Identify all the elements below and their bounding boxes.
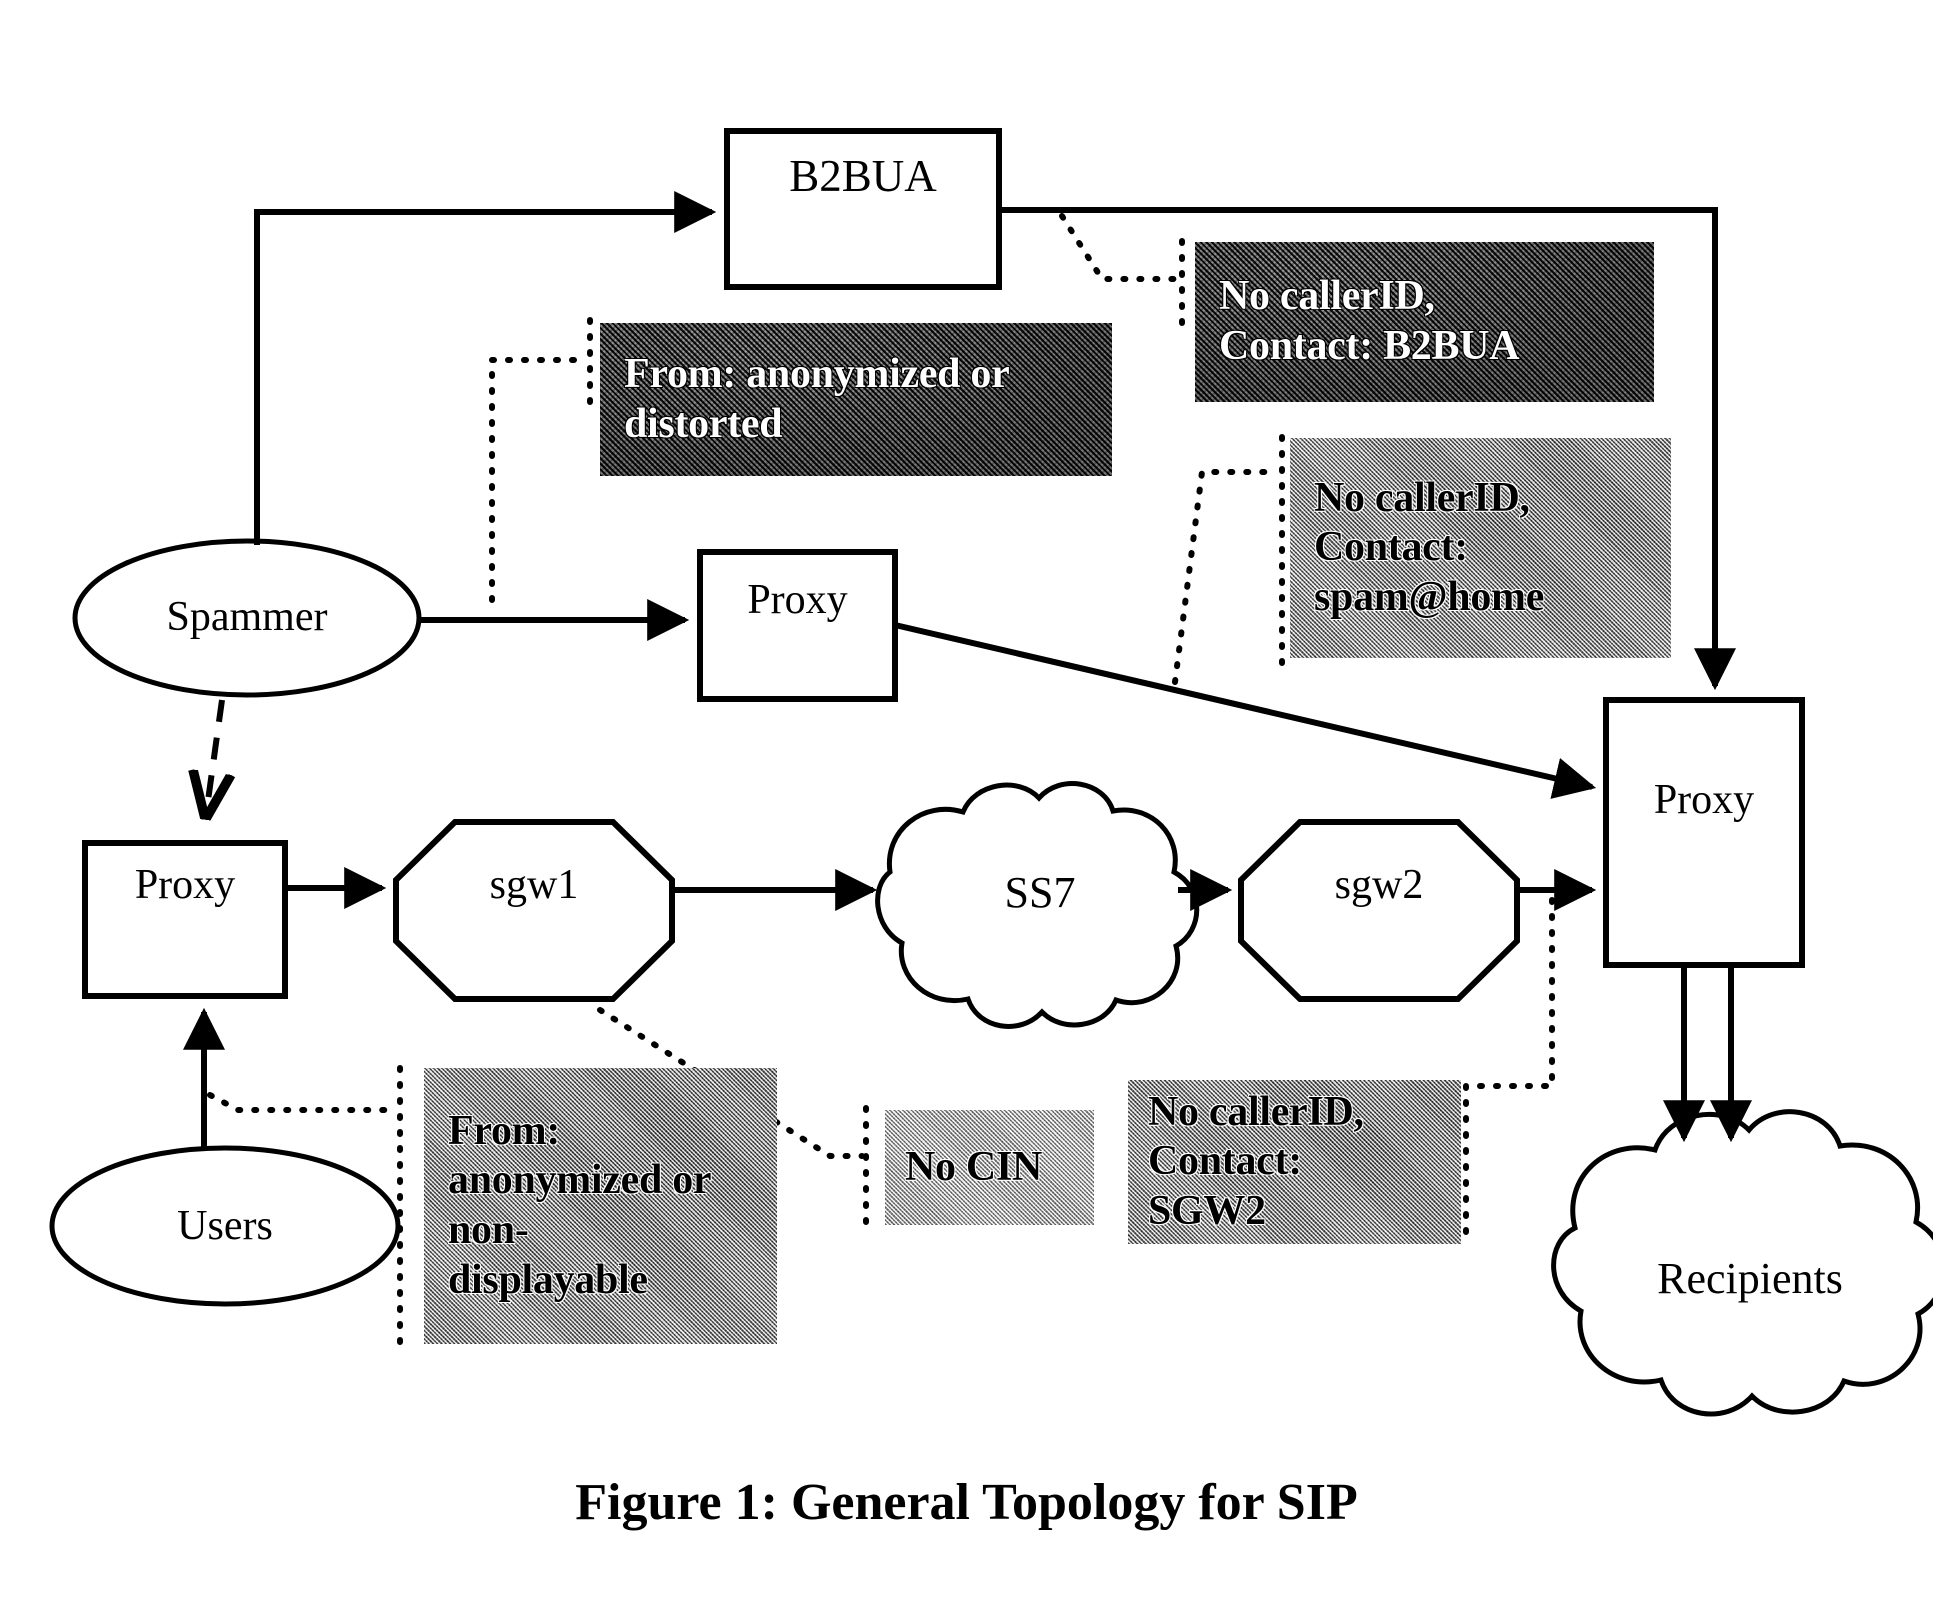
edge-spammer-to-proxy-left-dashed — [206, 699, 222, 815]
callout-from-nondisplayable-line-2: anonymized or — [448, 1157, 712, 1204]
callout-spam-home-line-3: spam@home — [1314, 573, 1545, 620]
callout-from-distorted: From: anonymized or distorted — [600, 323, 1112, 476]
node-b2bua[interactable] — [724, 128, 1002, 290]
figure-caption-text: Figure 1: General Topology for SIP — [575, 1474, 1358, 1531]
callout-no-cin-line-1: No CIN — [905, 1143, 1043, 1190]
callout-sgw2-contact-line-2: Contact: — [1148, 1138, 1302, 1185]
callout-no-cin: No CIN — [885, 1110, 1094, 1225]
callout-sgw2-contact-line-3: SGW2 — [1148, 1187, 1266, 1234]
callout-sgw2-contact-line-1: No callerID, — [1148, 1088, 1364, 1135]
node-proxy-right[interactable] — [1603, 697, 1805, 968]
callout-b2bua-contact: No callerID, Contact: B2BUA — [1195, 242, 1654, 402]
figure-caption: Figure 1: General Topology for SIP — [0, 1473, 1933, 1532]
callout-spam-home-line-1: No callerID, — [1314, 474, 1530, 521]
leader-b2bua-contact — [1059, 213, 1183, 282]
callout-from-nondisplayable-line-3: non- — [448, 1207, 529, 1253]
leader-from-distorted-line — [489, 357, 589, 603]
node-sgw1-octagon[interactable] — [393, 819, 675, 1002]
diagram-canvas: B2BUA Spammer Proxy Proxy Proxy sgw1 SS7… — [0, 0, 1933, 1609]
node-recipients-cloud[interactable] — [1551, 1109, 1933, 1417]
leader-from-nondisplayable — [207, 1092, 398, 1113]
callout-b2bua-contact-line-1: No callerID, — [1219, 273, 1435, 320]
node-proxy-mid[interactable] — [697, 549, 898, 702]
leader-spam-home — [1172, 469, 1281, 685]
node-spammer[interactable] — [72, 538, 422, 698]
callout-b2bua-contact-line-2: Contact: B2BUA — [1219, 323, 1520, 369]
callout-sgw2-contact: No callerID, Contact: SGW2 — [1128, 1080, 1461, 1244]
callout-from-nondisplayable: From: anonymized or non- displayable — [424, 1068, 777, 1344]
node-ss7-cloud[interactable] — [875, 781, 1200, 1029]
node-sgw2-octagon[interactable] — [1238, 819, 1520, 1002]
callout-from-nondisplayable-line-4: displayable — [448, 1256, 648, 1303]
callout-spam-home: No callerID, Contact: spam@home — [1290, 438, 1671, 658]
callout-from-distorted-line-2: distorted — [624, 400, 783, 447]
callout-spam-home-line-2: Contact: — [1314, 524, 1468, 571]
callout-from-nondisplayable-line-1: From: — [448, 1107, 561, 1154]
callout-from-distorted-line-1: From: anonymized or — [624, 350, 1010, 397]
node-proxy-left[interactable] — [82, 840, 288, 999]
node-users[interactable] — [49, 1145, 401, 1307]
